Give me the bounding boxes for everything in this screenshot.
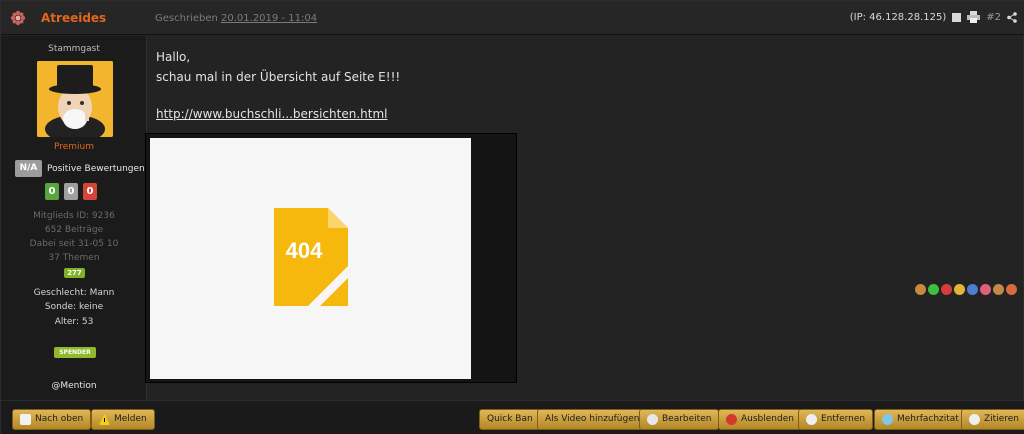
ip-address: (IP: 46.128.28.125) [849, 11, 947, 23]
mention-link[interactable]: @Mention [1, 381, 147, 391]
remove-icon [806, 414, 817, 425]
post-link[interactable]: http://www.buchschli...bersichten.html [156, 107, 387, 121]
back-to-top-button[interactable]: Nach oben [12, 409, 92, 430]
quick-ban-label: Quick Ban [487, 414, 533, 424]
written-label: Geschrieben [155, 13, 218, 24]
remove-button[interactable]: Entfernen [798, 409, 874, 430]
header-tools: (IP: 46.128.28.125) #2 [850, 11, 1017, 23]
edit-icon [647, 414, 658, 425]
wrench-icon[interactable] [993, 284, 1004, 295]
post-count: 652 Beiträge [44, 225, 104, 235]
remove-label: Entfernen [821, 414, 866, 424]
age-info: Alter: 53 [54, 317, 94, 327]
alarm-icon[interactable] [1006, 284, 1017, 295]
quote-button[interactable]: Zitieren [961, 409, 1024, 430]
share-icon[interactable] [1007, 11, 1017, 23]
membership-label: Premium [53, 142, 95, 152]
check-icon[interactable] [928, 284, 939, 295]
print-icon[interactable] [967, 11, 981, 23]
hide-button[interactable]: Ausblenden [718, 409, 802, 430]
post-header: Atreeides Geschrieben 20.01.2019 - 11:04… [1, 1, 1024, 35]
author-name[interactable]: Atreeides [41, 11, 106, 25]
flower-icon [10, 10, 26, 26]
avatar-image [37, 61, 113, 137]
select-checkbox-icon[interactable] [952, 12, 962, 22]
add-video-button[interactable]: Als Video hinzufügen [537, 409, 648, 430]
thumbs-up-icon[interactable] [915, 284, 926, 295]
error-code: 404 [286, 238, 323, 263]
file-not-found-icon: 404 [274, 208, 348, 306]
quote-label: Zitieren [984, 414, 1019, 424]
avatar[interactable] [37, 61, 113, 137]
x-icon[interactable] [941, 284, 952, 295]
quote-icon [969, 414, 980, 425]
post-body: Hallo, schau mal in der Übersicht auf Se… [156, 47, 400, 124]
multiquote-icon [882, 414, 893, 425]
multiquote-label: Mehrfachzitat [897, 414, 959, 424]
edit-label: Bearbeiten [662, 414, 712, 424]
multiquote-button[interactable]: Mehrfachzitat [874, 409, 967, 430]
back-to-top-label: Nach oben [35, 414, 84, 424]
rating-label[interactable]: Positive Bewertungen [47, 164, 145, 174]
reaction-bar [915, 284, 1017, 295]
embed-frame: 404 [150, 138, 471, 379]
report-button[interactable]: Melden [91, 409, 155, 430]
positive-count: 0 [45, 183, 59, 200]
post-container: Atreeides Geschrieben 20.01.2019 - 11:04… [0, 0, 1024, 434]
post-line-greeting: Hallo, [156, 50, 191, 64]
level-badge: 277 [64, 268, 85, 278]
embedded-media[interactable]: 404 [145, 133, 517, 383]
user-sidebar: Stammgast Premium N/A Positive Bewertung… [1, 36, 147, 400]
add-video-label: Als Video hinzufügen [545, 414, 640, 424]
detector-info: Sonde: keine [44, 302, 104, 312]
post-date: Geschrieben 20.01.2019 - 11:04 [155, 13, 317, 24]
warning-icon [99, 414, 110, 425]
rating-row: N/A Positive Bewertungen [15, 160, 145, 177]
neutral-count: 0 [64, 183, 78, 200]
edit-button[interactable]: Bearbeiten [639, 409, 720, 430]
vote-counters: 0 0 0 [45, 183, 97, 200]
quick-ban-button[interactable]: Quick Ban [479, 409, 541, 430]
user-rank: Stammgast [48, 44, 100, 54]
document-icon [20, 414, 31, 425]
smile-icon[interactable] [954, 284, 965, 295]
thread-count: 37 Themen [48, 253, 100, 263]
member-since: Dabei seit 31-05 10 [29, 239, 119, 249]
spender-badge: SPENDER [54, 347, 96, 358]
gender-info: Geschlecht: Mann [33, 288, 115, 298]
post-number[interactable]: #2 [986, 12, 1001, 23]
member-id: Mitglieds ID: 9236 [33, 211, 115, 221]
info-icon[interactable] [967, 284, 978, 295]
post-footer: Nach oben Melden Quick Ban Als Video hin… [1, 400, 1024, 434]
report-label: Melden [114, 414, 147, 424]
rating-badge: N/A [15, 160, 42, 177]
post-line-message: schau mal in der Übersicht auf Seite E!!… [156, 70, 401, 84]
heart-icon[interactable] [980, 284, 991, 295]
negative-count: 0 [83, 183, 97, 200]
date-value[interactable]: 20.01.2019 - 11:04 [221, 13, 317, 24]
hide-icon [726, 414, 737, 425]
hide-label: Ausblenden [741, 414, 794, 424]
